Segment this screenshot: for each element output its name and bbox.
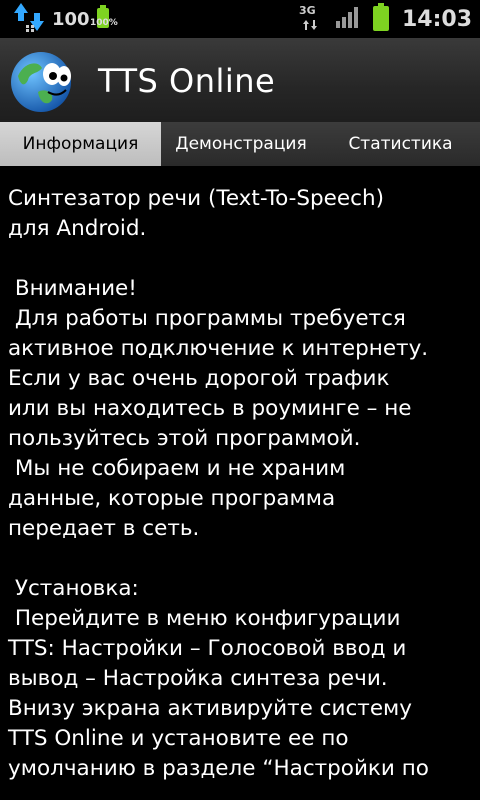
info-content[interactable]: Синтезатор речи (Text-To-Speech) для And… — [8, 184, 478, 784]
clock: 14:03 — [401, 6, 472, 32]
network-3g-icon: 3G — [298, 4, 324, 34]
intro-paragraph: Синтезатор речи (Text-To-Speech) для And… — [8, 186, 384, 241]
tab-bar: Информация Демонстрация Статистика — [0, 122, 480, 166]
app-title-bar: TTS Online — [0, 38, 480, 122]
tab-statistics[interactable]: Статистика — [321, 122, 480, 166]
tab-demonstration[interactable]: Демонстрация — [161, 122, 321, 166]
installation-paragraph: Установка: Перейдите в меню конфигурации… — [8, 576, 429, 781]
battery-percent-label: 100% — [90, 18, 118, 28]
warning-paragraph: Внимание! Для работы программы требуется… — [8, 276, 429, 541]
app-title: TTS Online — [98, 62, 276, 100]
data-transfer-icon — [12, 1, 46, 37]
status-right: 3G 14:03 — [298, 2, 472, 36]
status-bar: 100 100% 3G 14:03 — [0, 0, 480, 38]
tab-information[interactable]: Информация — [0, 122, 161, 166]
globe-mascot-icon[interactable] — [8, 48, 74, 114]
battery-icon — [372, 3, 390, 35]
notification-count: 100 — [52, 8, 90, 30]
signal-strength-icon — [335, 6, 360, 32]
